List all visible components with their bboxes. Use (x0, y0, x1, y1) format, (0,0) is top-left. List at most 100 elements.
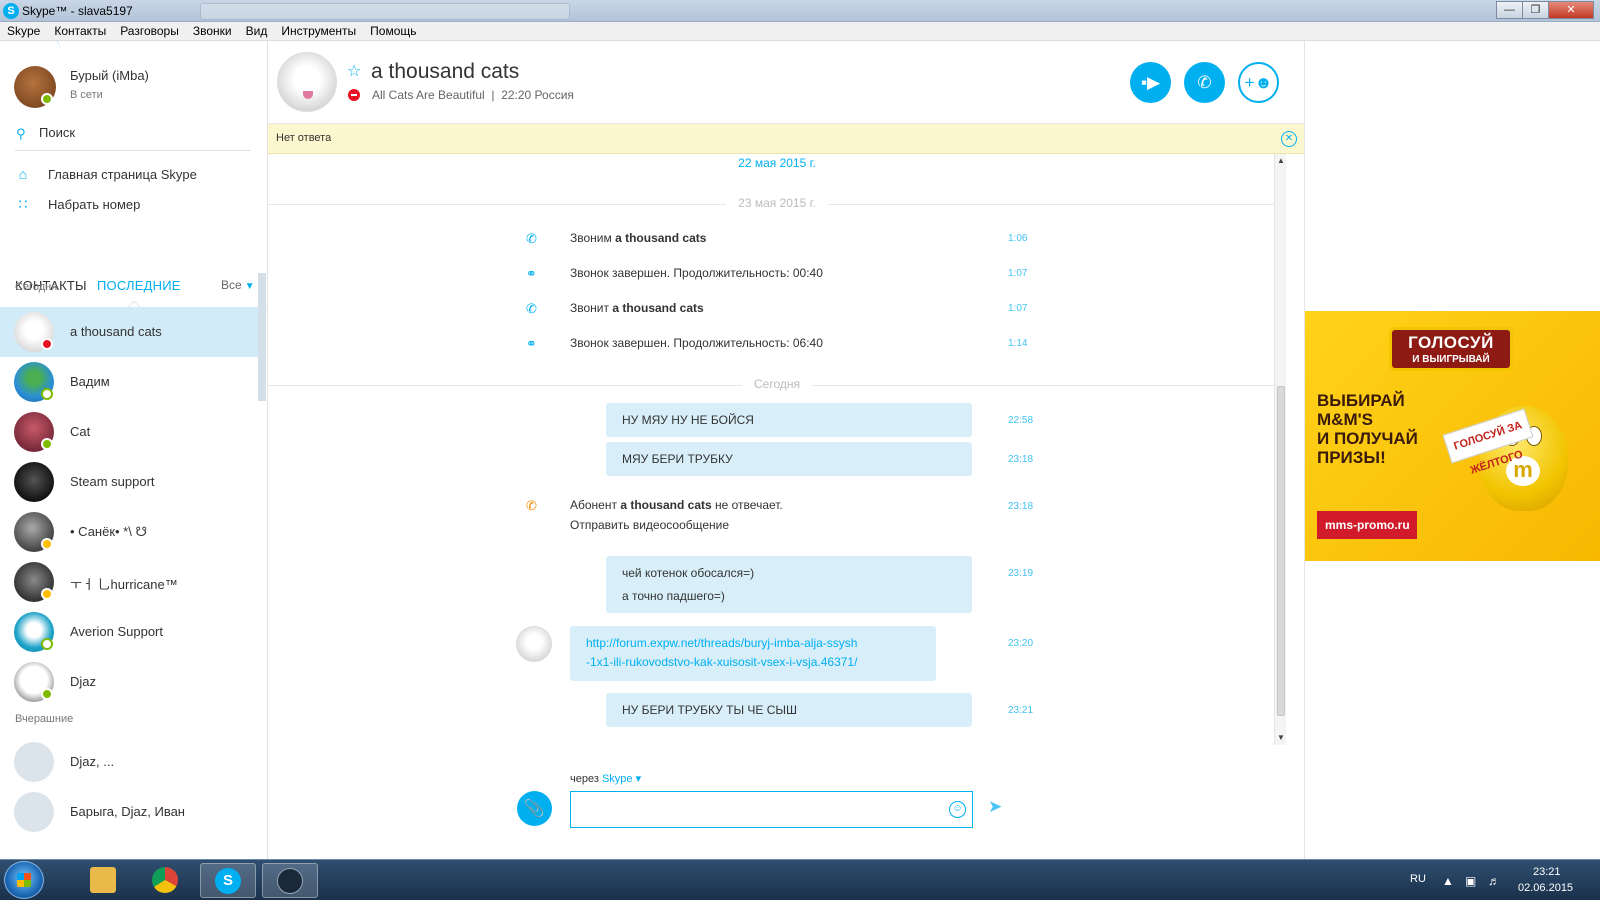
menu-tools[interactable]: Инструменты (274, 22, 363, 40)
emoticon-icon[interactable]: ☺ (949, 801, 966, 818)
attach-button[interactable]: 📎 (517, 791, 552, 826)
scroll-down-arrow-icon[interactable]: ▼ (1275, 733, 1286, 742)
group-avatar-icon (14, 792, 54, 832)
sidebar-scrollbar[interactable] (258, 273, 266, 401)
menu-help[interactable]: Помощь (363, 22, 423, 40)
contact-item[interactable]: a thousand cats (0, 307, 262, 357)
missed-call-event: ✆ Абонент a thousand cats не отвечает. О… (268, 495, 1286, 535)
contact-item[interactable]: Averion Support (0, 607, 262, 657)
sender-avatar[interactable] (516, 626, 552, 662)
message-link[interactable]: http://forum.expw.net/threads/buryj-imba… (586, 636, 857, 650)
dialpad-icon: ∷ (18, 196, 28, 212)
via-label: через (570, 773, 602, 785)
online-status-icon (41, 638, 53, 650)
advertisement-banner[interactable]: ГОЛОСУЙ И ВЫИГРЫВАЙ ВЫБИРАЙ M&M'S И ПОЛУ… (1305, 311, 1600, 561)
taskbar-chrome[interactable] (138, 863, 194, 898)
contact-name: Steam support (70, 474, 155, 489)
contact-item[interactable]: Steam support (0, 457, 262, 507)
contact-item[interactable]: Cat (0, 407, 262, 457)
notification-text: Нет ответа (276, 132, 332, 144)
filter-dropdown[interactable]: Все ▼ (221, 278, 255, 292)
message-scrollbar[interactable]: ▲ ▼ (1274, 154, 1286, 745)
message-composer: через Skype ▾ 📎 ☺ ➤ (268, 745, 1304, 859)
network-icon[interactable]: ▣ (1465, 874, 1476, 888)
date-separator[interactable]: 22 мая 2015 г. (268, 154, 1286, 174)
call-contact: a thousand cats (612, 301, 704, 315)
hang-up-icon: ⚭ (526, 336, 537, 351)
clock-date[interactable]: 02.06.2015 (1518, 882, 1573, 894)
menu-bar: Skype Контакты Разговоры Звонки Вид Инст… (0, 22, 1600, 41)
chat-contact-avatar[interactable] (277, 52, 337, 112)
phone-icon: ✆ (1197, 73, 1212, 92)
message-time: 23:21 (1008, 705, 1034, 716)
contact-item[interactable]: Барыга, Djaz, Иван (0, 787, 262, 837)
call-event: ⚭ Звонок завершен. Продолжительность: 00… (268, 263, 1286, 287)
search-label: Поиск (39, 125, 76, 140)
online-status-icon (41, 388, 53, 400)
sent-message[interactable]: чей котенок обосался=) а точно падшего=) (606, 556, 972, 613)
menu-skype[interactable]: Skype (0, 22, 47, 40)
ad-promo-button[interactable]: mms-promo.ru (1317, 511, 1417, 539)
close-icon[interactable]: ✕ (1281, 131, 1297, 147)
message-link[interactable]: -1x1-ili-rukovodstvo-kak-xuisosit-vsex-i… (586, 655, 857, 669)
sent-message[interactable]: НУ БЕРИ ТРУБКУ ТЫ ЧЕ СЫШ (606, 693, 972, 727)
chevron-down-icon: ▼ (244, 281, 255, 292)
search-box[interactable]: ⚲ Поиск (15, 123, 251, 151)
date-separator: 23 мая 2015 г. (268, 194, 1286, 214)
contact-item[interactable]: Djaz (0, 657, 262, 707)
scrollbar-thumb[interactable] (1277, 386, 1285, 716)
menu-contacts[interactable]: Контакты (47, 22, 113, 40)
search-icon: ⚲ (16, 126, 26, 141)
call-event: ✆ Звоним a thousand cats 1:06 (268, 228, 1286, 252)
online-status-icon (41, 688, 53, 700)
scroll-up-arrow-icon[interactable]: ▲ (1275, 156, 1286, 165)
show-hidden-icons-icon[interactable]: ▲ (1442, 874, 1454, 888)
menu-view[interactable]: Вид (239, 22, 275, 40)
sent-message[interactable]: НУ МЯУ НУ НЕ БОЙСЯ (606, 403, 972, 437)
ad-headline: ВЫБИРАЙ M&M'S И ПОЛУЧАЙ ПРИЗЫ! (1317, 391, 1437, 467)
message-input[interactable] (571, 792, 941, 827)
via-selector[interactable]: через Skype ▾ (570, 772, 641, 785)
contact-item[interactable]: Djaz, ... (0, 737, 262, 787)
message-time: 23:18 (1008, 501, 1034, 512)
received-message[interactable]: http://forum.expw.net/threads/buryj-imba… (570, 626, 936, 681)
sidebar: Бурый (iMba) В сети ⚲ Поиск ⌂ Главная ст… (0, 41, 268, 859)
contact-item[interactable]: Вадим (0, 357, 262, 407)
user-profile[interactable]: Бурый (iMba) В сети (0, 41, 267, 113)
minimize-button[interactable]: — (1496, 1, 1523, 19)
away-status-icon (41, 588, 53, 600)
sent-message[interactable]: МЯУ БЕРИ ТРУБКУ (606, 442, 972, 476)
nav-home-label: Главная страница Skype (48, 167, 197, 182)
add-people-button[interactable]: +☻ (1238, 62, 1279, 103)
voice-call-button[interactable]: ✆ (1184, 62, 1225, 103)
menu-conversations[interactable]: Разговоры (113, 22, 186, 40)
taskbar-skype[interactable]: S (200, 863, 256, 898)
star-icon[interactable]: ☆ (347, 61, 361, 81)
contact-name: • Санёк• *\ ☋ (70, 524, 148, 539)
contact-name: Djaz, ... (70, 754, 115, 769)
user-status[interactable]: В сети (70, 89, 103, 101)
volume-icon[interactable]: ♬ (1488, 874, 1500, 888)
maximize-button[interactable]: ❐ (1522, 1, 1549, 19)
close-button[interactable]: ✕ (1548, 1, 1594, 19)
nav-home[interactable]: ⌂ Главная страница Skype (15, 164, 255, 188)
contact-item[interactable]: • Санёк• *\ ☋ (0, 507, 262, 557)
start-button[interactable] (4, 861, 44, 899)
home-icon: ⌂ (18, 166, 28, 182)
send-video-message-link[interactable]: Отправить видеосообщение (570, 518, 729, 532)
taskbar-steam[interactable] (262, 863, 318, 898)
missed-call-icon: ✆ (526, 498, 537, 513)
message-time: 1:07 (1008, 303, 1028, 314)
busy-status-icon (348, 89, 360, 101)
clock-time[interactable]: 23:21 (1533, 866, 1561, 878)
video-call-button[interactable]: ▪▶ (1130, 62, 1171, 103)
contact-item[interactable]: ㅜㅓ 乚hurricane™ (0, 557, 262, 607)
send-icon[interactable]: ➤ (988, 797, 1002, 817)
message-input-box[interactable]: ☺ (570, 791, 973, 828)
tab-recent[interactable]: ПОСЛЕДНИЕ (97, 278, 181, 293)
taskbar-explorer[interactable] (76, 863, 132, 898)
busy-status-icon (41, 338, 53, 350)
language-indicator[interactable]: RU (1410, 873, 1426, 885)
nav-dial[interactable]: ∷ Набрать номер (15, 194, 255, 218)
menu-calls[interactable]: Звонки (186, 22, 239, 40)
